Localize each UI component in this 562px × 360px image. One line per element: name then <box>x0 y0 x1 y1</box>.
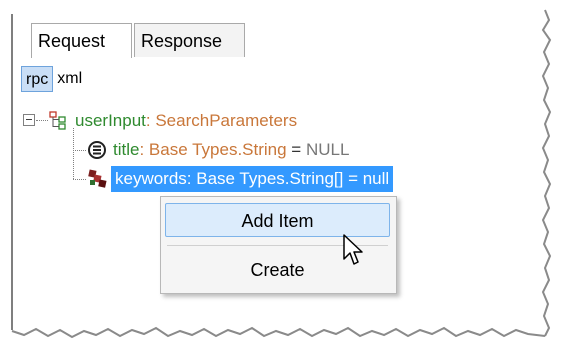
node-type: Base Types.String <box>148 140 287 159</box>
node-value: NULL <box>305 140 350 159</box>
tree-connector <box>73 128 74 179</box>
tree-connector <box>36 120 48 121</box>
collapse-toggle-icon[interactable] <box>23 114 35 126</box>
tree-connector <box>73 179 86 180</box>
subtab-xml[interactable]: xml <box>53 66 86 92</box>
tab-strip: Request Response <box>31 23 542 59</box>
node-separator: : <box>139 140 149 159</box>
string-field-icon <box>87 140 107 160</box>
node-name: userInput <box>75 111 146 130</box>
node-separator: : <box>145 111 156 130</box>
array-field-icon <box>87 168 109 190</box>
menu-item-add-item[interactable]: Add Item <box>165 203 390 237</box>
view-mode-tabs: rpc xml <box>21 66 86 94</box>
selected-node-label: keywords: Base Types.String[] = null <box>111 166 394 192</box>
node-name: title <box>113 140 140 159</box>
subtab-rpc[interactable]: rpc <box>21 66 54 92</box>
mouse-pointer-icon <box>343 234 363 265</box>
struct-icon <box>49 111 69 131</box>
node-equals: = <box>286 140 306 159</box>
node-type: SearchParameters <box>155 111 298 130</box>
tree-connector <box>73 150 86 151</box>
screenshot-stage: Request Response rpc xml userInput: Sear… <box>0 0 562 360</box>
tab-request[interactable]: Request <box>31 23 132 59</box>
tab-response[interactable]: Response <box>134 23 245 57</box>
